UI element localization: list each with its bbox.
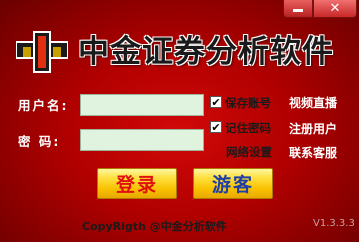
username-field[interactable] [80,94,204,116]
remember-password-checkbox[interactable]: ✔ [210,121,222,133]
minimize-icon [293,9,303,12]
password-field[interactable] [80,129,204,151]
check-icon: ✔ [211,95,221,109]
username-label: 用户名: [18,98,69,113]
version-text: V1.3.3.3 [313,218,355,229]
guest-button[interactable]: 游客 [193,168,273,199]
video-live-link[interactable]: 视频直播 [289,94,337,111]
save-account-checkbox[interactable]: ✔ [210,96,222,108]
close-icon: ✕ [329,1,341,16]
register-link[interactable]: 注册用户 [289,120,337,137]
password-label: 密 码: [18,134,61,149]
copyright-text: CopyRigth @中金分析软件 [82,220,227,233]
remember-password-label: 记住密码 [225,121,271,135]
login-button[interactable]: 登录 [97,168,177,199]
network-settings-link[interactable]: 网络设置 [226,144,272,160]
login-window: ✕ 中金证券分析软件 用户名: 密 码: ✔ 保存账号 ✔ 记住密码 网络设置 … [0,0,359,242]
close-button[interactable]: ✕ [313,0,357,18]
check-icon: ✔ [211,120,221,134]
customer-service-link[interactable]: 联系客服 [289,144,337,161]
logo-icon [16,31,68,73]
minimize-button[interactable] [283,0,313,18]
save-account-label: 保存账号 [225,96,271,110]
app-title: 中金证券分析软件 [78,34,334,70]
